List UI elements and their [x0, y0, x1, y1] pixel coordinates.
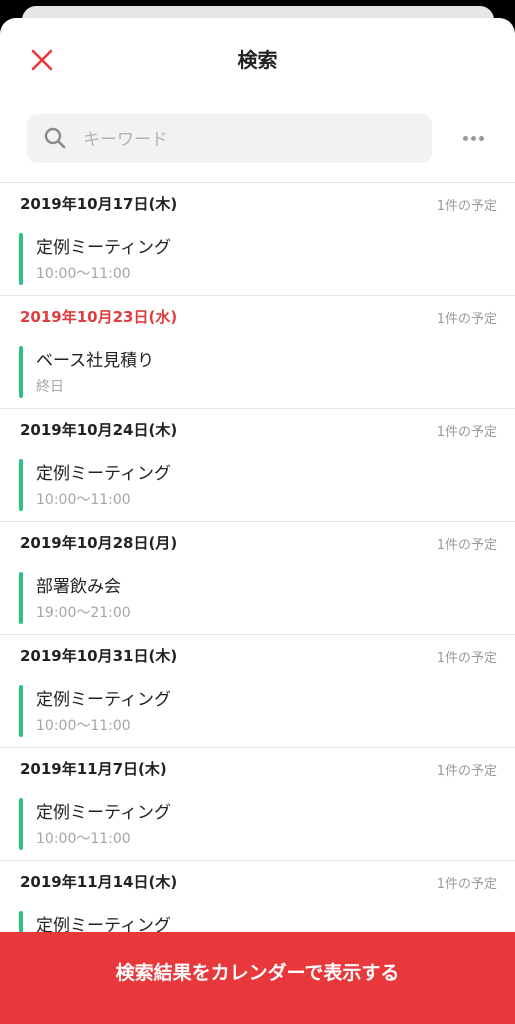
more-options-button[interactable] [458, 126, 488, 150]
day-group: 2019年10月17日(木) 1件の予定定例ミーティング 10:00〜11:00 [0, 183, 515, 296]
more-horizontal-icon [462, 135, 468, 141]
event-title: 部署飲み会 [36, 577, 121, 597]
event-item[interactable]: 定例ミーティング 10:00〜11:00 [0, 453, 515, 513]
results-list: 2019年10月17日(木) 1件の予定 定例ミーティング 10:00〜11:00 20… [0, 182, 515, 974]
event-count: 1件の予定 [436, 651, 497, 666]
event-title: 定例ミーティング [36, 238, 171, 258]
day-header: 2019年10月24日(木) 1件の予定 [0, 409, 515, 453]
event-count: 1件の予定 [436, 764, 497, 779]
day-group: 2019年11月7日(木) 1件の予定定例ミーティング 10:00〜11:00 [0, 748, 515, 861]
search-icon [44, 127, 66, 149]
search-box[interactable] [27, 114, 432, 165]
more-horizontal-icon [470, 135, 476, 141]
event-title: ベース社見積り [36, 351, 155, 371]
day-date: 2019年10月28日(月) [20, 534, 178, 552]
event-title: 定例ミーティング [36, 690, 171, 710]
day-date: 2019年11月14日(木) [20, 873, 178, 891]
event-item[interactable]: 部署飲み会 19:00〜21:00 [0, 566, 515, 626]
day-header: 2019年10月28日(月) 1件の予定 [0, 522, 515, 566]
event-color-bar [19, 346, 23, 398]
event-color-bar [19, 685, 23, 737]
day-date: 2019年10月24日(木) [20, 421, 178, 439]
day-date: 2019年11月7日(木) [20, 760, 167, 778]
day-header: 2019年11月7日(木) 1件の予定 [0, 748, 515, 792]
day-date: 2019年10月17日(木) [20, 195, 178, 213]
show-in-calendar-button[interactable]: 検索結果をカレンダーで表示する [0, 932, 515, 1024]
event-item[interactable]: 定例ミーティング 10:00〜11:00 [0, 227, 515, 287]
event-count: 1件の予定 [436, 877, 497, 892]
event-time: 10:00〜11:00 [36, 266, 131, 282]
event-time: 19:00〜21:00 [36, 605, 131, 621]
day-group: 2019年10月31日(木) 1件の予定定例ミーティング 10:00〜11:00 [0, 635, 515, 748]
event-count: 1件の予定 [436, 199, 497, 214]
event-count: 1件の予定 [436, 538, 497, 553]
event-count: 1件の予定 [436, 312, 497, 327]
day-date: 2019年10月23日(水) [20, 308, 178, 326]
search-sheet: 検索 2019年10月17日(木)1件の予定定例ミーティング10:00〜11:0… [0, 18, 515, 1024]
event-time: 10:00〜11:00 [36, 831, 131, 847]
event-time: 10:00〜11:00 [36, 492, 131, 508]
day-group: 2019年10月24日(木) 1件の予定定例ミーティング 10:00〜11:00 [0, 409, 515, 522]
search-row [0, 102, 515, 182]
event-title: 定例ミーティング [36, 464, 171, 484]
day-date: 2019年10月31日(木) [20, 647, 178, 665]
day-group: 2019年10月28日(月) 1件の予定部署飲み会 19:00〜21:00 [0, 522, 515, 635]
event-color-bar [19, 233, 23, 285]
event-time: 10:00〜11:00 [36, 718, 131, 734]
event-color-bar [19, 459, 23, 511]
event-title: 定例ミーティング [36, 803, 171, 823]
day-header: 2019年10月31日(木) 1件の予定 [0, 635, 515, 679]
page-title: 検索 [237, 48, 278, 72]
day-group: 2019年10月23日(水) 1件の予定ベース社見積り終日 [0, 296, 515, 409]
event-item[interactable]: ベース社見積り 終日 [0, 340, 515, 400]
day-header: 2019年11月14日(木) 1件の予定 [0, 861, 515, 905]
more-horizontal-icon [478, 135, 484, 141]
day-header: 2019年10月23日(水) 1件の予定 [0, 296, 515, 340]
event-count: 1件の予定 [436, 425, 497, 440]
header: 検索 [0, 18, 515, 102]
event-item[interactable]: 定例ミーティング 10:00〜11:00 [0, 679, 515, 739]
event-item[interactable]: 定例ミーティング 10:00〜11:00 [0, 792, 515, 852]
day-header: 2019年10月17日(木) 1件の予定 [0, 183, 515, 227]
search-input[interactable] [81, 114, 415, 165]
event-color-bar [19, 572, 23, 624]
event-color-bar [19, 798, 23, 850]
show-in-calendar-label: 検索結果をカレンダーで表示する [115, 961, 400, 984]
event-time: 終日 [36, 379, 64, 395]
